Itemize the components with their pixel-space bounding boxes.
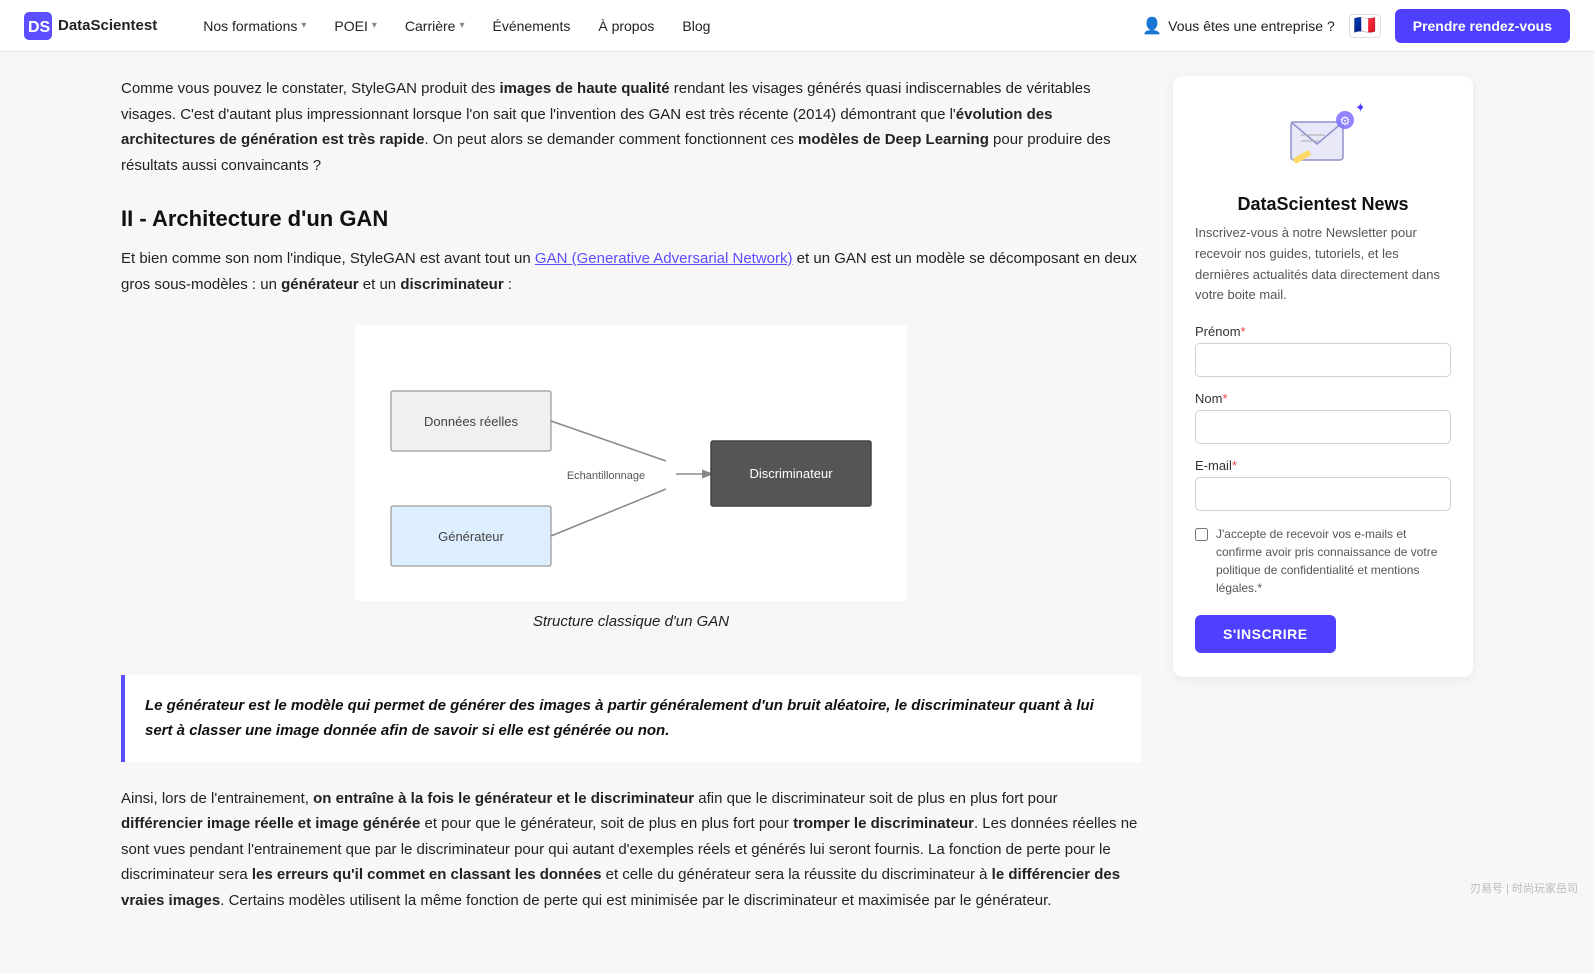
checkbox-group: J'accepte de recevoir vos e-mails et con…: [1195, 525, 1451, 597]
logo[interactable]: DS DataScientest: [24, 12, 157, 40]
chevron-down-icon: ▾: [372, 20, 377, 31]
cta-button[interactable]: Prendre rendez-vous: [1395, 9, 1570, 43]
paragraph-1: Comme vous pouvez le constater, StyleGAN…: [121, 76, 1141, 178]
svg-text:DS: DS: [28, 19, 51, 36]
article-section: Comme vous pouvez le constater, StyleGAN…: [121, 76, 1141, 913]
page-wrapper: Comme vous pouvez le constater, StyleGAN…: [97, 52, 1497, 973]
svg-text:Générateur: Générateur: [438, 529, 504, 544]
newsletter-desc: Inscrivez-vous à notre Newsletter pour r…: [1195, 223, 1451, 306]
nav-apropos[interactable]: À propos: [584, 0, 668, 52]
gan-diagram: Données réelles Générateur Echantillonna…: [371, 341, 891, 581]
svg-text:Echantillonnage: Echantillonnage: [567, 470, 645, 482]
navbar: DS DataScientest Nos formations ▾ POEI ▾…: [0, 0, 1594, 52]
consent-checkbox[interactable]: [1195, 528, 1208, 541]
newsletter-icon-wrap: ⚙ ✦: [1195, 100, 1451, 180]
paragraph-2: Et bien comme son nom l'indique, StyleGA…: [121, 246, 1141, 297]
nav-evenements[interactable]: Événements: [479, 0, 585, 52]
newsletter-title: DataScientest News: [1195, 194, 1451, 215]
prenom-group: Prénom*: [1195, 324, 1451, 377]
prenom-label: Prénom*: [1195, 324, 1451, 339]
nav-formations[interactable]: Nos formations ▾: [189, 0, 320, 52]
section-title: II - Architecture d'un GAN: [121, 206, 1141, 232]
svg-text:Discriminateur: Discriminateur: [749, 466, 833, 481]
email-label: E-mail*: [1195, 458, 1451, 473]
paragraph-3: Ainsi, lors de l'entrainement, on entraî…: [121, 786, 1141, 914]
nom-group: Nom*: [1195, 391, 1451, 444]
nav-links: Nos formations ▾ POEI ▾ Carrière ▾ Événe…: [189, 0, 1142, 52]
svg-text:⚙: ⚙: [1340, 114, 1351, 128]
email-group: E-mail*: [1195, 458, 1451, 511]
nom-input[interactable]: [1195, 410, 1451, 444]
enterprise-link[interactable]: 👤 Vous êtes une entreprise ?: [1142, 16, 1334, 36]
chevron-down-icon: ▾: [459, 20, 464, 31]
prenom-input[interactable]: [1195, 343, 1451, 377]
diagram-svg: Données réelles Générateur Echantillonna…: [355, 325, 907, 601]
newsletter-card: ⚙ ✦ DataScientest News Inscrivez-vous à …: [1173, 76, 1473, 677]
gan-link[interactable]: GAN (Generative Adversarial Network): [535, 250, 793, 267]
diagram-caption: Structure classique d'un GAN: [533, 609, 729, 635]
chevron-down-icon: ▾: [301, 20, 306, 31]
nav-right: 👤 Vous êtes une entreprise ? 🇫🇷 Prendre …: [1142, 9, 1570, 43]
enterprise-label: Vous êtes une entreprise ?: [1168, 18, 1335, 34]
subscribe-button[interactable]: S'INSCRIRE: [1195, 615, 1336, 653]
svg-text:Données réelles: Données réelles: [424, 414, 518, 429]
newsletter-icon: ⚙ ✦: [1283, 100, 1363, 180]
logo-icon: DS: [24, 12, 52, 40]
enterprise-icon: 👤: [1142, 16, 1162, 36]
nom-label: Nom*: [1195, 391, 1451, 406]
nav-poei[interactable]: POEI ▾: [320, 0, 391, 52]
email-input[interactable]: [1195, 477, 1451, 511]
sidebar: ⚙ ✦ DataScientest News Inscrivez-vous à …: [1173, 52, 1473, 973]
newsletter-form: Prénom* Nom* E-mail*: [1195, 324, 1451, 653]
svg-text:✦: ✦: [1355, 100, 1363, 115]
diagram-container: Données réelles Générateur Echantillonna…: [121, 325, 1141, 647]
nav-blog[interactable]: Blog: [668, 0, 724, 52]
nav-carriere[interactable]: Carrière ▾: [391, 0, 479, 52]
logo-text: DataScientest: [58, 17, 157, 34]
blockquote: Le générateur est le modèle qui permet d…: [121, 675, 1141, 762]
consent-label[interactable]: J'accepte de recevoir vos e-mails et con…: [1216, 525, 1451, 597]
language-selector[interactable]: 🇫🇷: [1349, 14, 1381, 38]
main-content: Comme vous pouvez le constater, StyleGAN…: [121, 52, 1141, 973]
